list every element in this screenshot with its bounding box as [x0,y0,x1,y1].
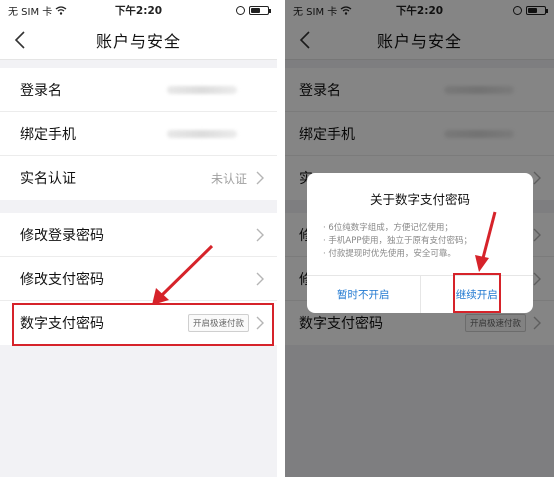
left-screen: 无 SIM 卡 下午2:20 账户与安全 登录名 绑定手机 实名认证 未认证 修… [0,0,277,477]
screenshot-divider [277,0,285,477]
red-arrow-icon [152,244,214,305]
red-arrow-icon [475,211,497,272]
right-screen: 无 SIM 卡 下午2:20 账户与安全 登录名 绑定手机 实 修 修 数字支付… [285,0,554,477]
